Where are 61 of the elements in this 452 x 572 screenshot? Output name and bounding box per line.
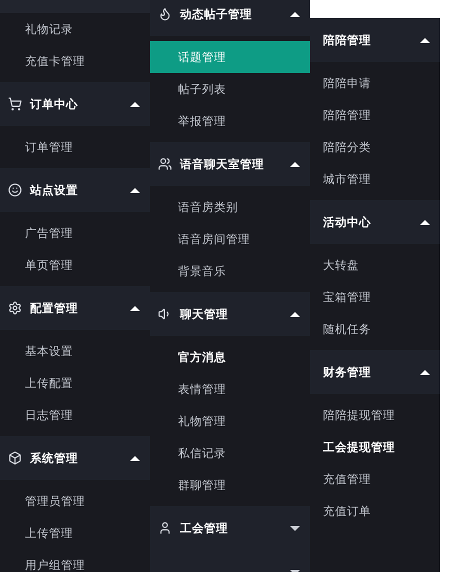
caret-icon bbox=[130, 188, 140, 192]
menu-item[interactable]: 宝箱管理 bbox=[310, 281, 440, 313]
caret-icon bbox=[290, 12, 300, 16]
menu-group-header[interactable]: 陪陪管理 bbox=[310, 18, 440, 62]
menu-group-header[interactable]: 财务管理 bbox=[310, 350, 440, 394]
caret-icon bbox=[290, 162, 300, 166]
menu-item[interactable]: 陪陪申请 bbox=[310, 67, 440, 99]
group-icon bbox=[8, 301, 22, 315]
menu-item[interactable]: 充值卡管理 bbox=[0, 45, 150, 77]
group-icon bbox=[8, 451, 22, 465]
menu-item[interactable]: 群聊管理 bbox=[150, 469, 310, 501]
menu-group-header[interactable]: 站点设置 bbox=[0, 168, 150, 212]
menu-item[interactable]: 背景音乐 bbox=[150, 255, 310, 287]
menu-item[interactable]: 工会提现管理 bbox=[310, 431, 440, 463]
group-icon bbox=[8, 97, 22, 111]
caret-icon bbox=[130, 456, 140, 460]
menu-item[interactable]: 上传配置 bbox=[0, 367, 150, 399]
menu-item[interactable]: 私信记录 bbox=[150, 437, 310, 469]
caret-icon bbox=[130, 102, 140, 106]
menu-group-header[interactable]: 系统管理 bbox=[0, 436, 150, 480]
menu-item[interactable]: 上传管理 bbox=[0, 517, 150, 549]
caret-icon bbox=[290, 526, 300, 530]
menu-item[interactable]: 管理员管理 bbox=[0, 485, 150, 517]
menu-item[interactable]: 表情管理 bbox=[150, 373, 310, 405]
menu-item[interactable]: 日志管理 bbox=[0, 399, 150, 431]
menu-group-header[interactable]: 配置管理 bbox=[0, 286, 150, 330]
menu-item[interactable]: 充值管理 bbox=[310, 463, 440, 495]
caret-icon bbox=[420, 220, 430, 224]
menu-item[interactable]: 陪陪提现管理 bbox=[310, 399, 440, 431]
menu-group-header[interactable]: 动态帖子管理 bbox=[150, 0, 310, 36]
group-icon bbox=[158, 7, 172, 21]
menu-item[interactable]: 陪陪管理 bbox=[310, 99, 440, 131]
caret-icon bbox=[420, 370, 430, 374]
menu-item[interactable]: 帖子列表 bbox=[150, 73, 310, 105]
menu-group-header[interactable]: 聊天管理 bbox=[150, 292, 310, 336]
menu-group-header[interactable]: 工会管理 bbox=[150, 506, 310, 550]
menu-item[interactable]: 用户组管理 bbox=[0, 549, 150, 572]
menu-item[interactable]: 语音房类别 bbox=[150, 191, 310, 223]
group-icon bbox=[8, 183, 22, 197]
menu-item[interactable]: 城市管理 bbox=[310, 163, 440, 195]
menu-item[interactable]: 基本设置 bbox=[0, 335, 150, 367]
menu-group-header[interactable]: 订单中心 bbox=[0, 82, 150, 126]
menu-item[interactable]: 单页管理 bbox=[0, 249, 150, 281]
group-icon bbox=[158, 521, 172, 535]
caret-icon bbox=[420, 38, 430, 42]
menu-item[interactable]: 大转盘 bbox=[310, 249, 440, 281]
menu-item[interactable]: 订单管理 bbox=[0, 131, 150, 163]
menu-group-header[interactable]: 语音聊天室管理 bbox=[150, 142, 310, 186]
caret-icon bbox=[130, 306, 140, 310]
menu-item[interactable]: 随机任务 bbox=[310, 313, 440, 345]
caret-icon bbox=[290, 312, 300, 316]
menu-item[interactable]: 陪陪分类 bbox=[310, 131, 440, 163]
menu-item[interactable]: 充值订单 bbox=[310, 495, 440, 527]
menu-item[interactable]: 官方消息 bbox=[150, 341, 310, 373]
menu-item[interactable]: 礼物记录 bbox=[0, 13, 150, 45]
menu-item[interactable]: 礼物管理 bbox=[150, 405, 310, 437]
menu-item[interactable]: 举报管理 bbox=[150, 105, 310, 137]
menu-item[interactable]: 广告管理 bbox=[0, 217, 150, 249]
menu-item[interactable]: 语音房间管理 bbox=[150, 223, 310, 255]
menu-group-header[interactable]: 活动中心 bbox=[310, 200, 440, 244]
group-icon bbox=[158, 157, 172, 171]
